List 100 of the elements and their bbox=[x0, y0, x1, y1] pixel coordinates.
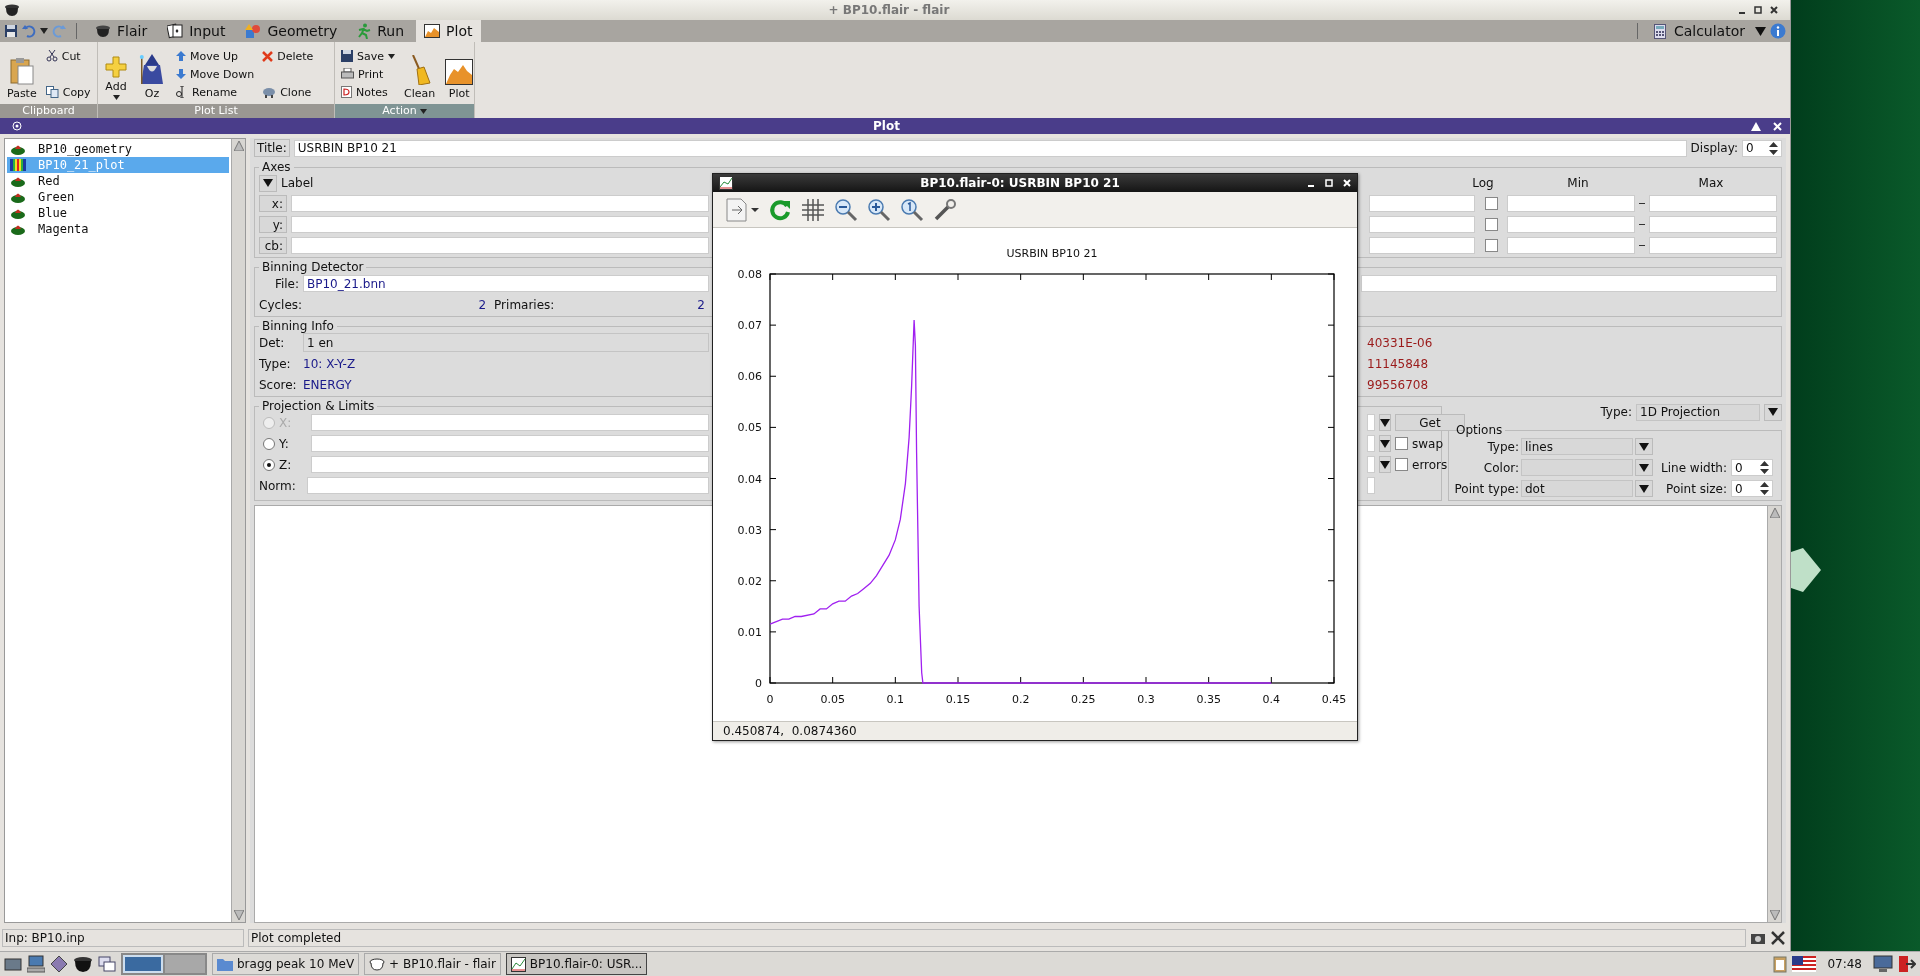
group-label: Clipboard bbox=[0, 104, 97, 118]
checkbox-label: errors bbox=[1412, 457, 1448, 472]
tick-label: 0.3 bbox=[1137, 693, 1155, 707]
field-label: Norm: bbox=[259, 478, 297, 493]
tick-label: 0.05 bbox=[737, 421, 762, 435]
tab[interactable]: Input bbox=[159, 20, 234, 42]
save-button[interactable]: Save bbox=[339, 47, 397, 65]
axis-button[interactable]: x: bbox=[259, 195, 287, 212]
type-dropdown[interactable]: 1D Projection bbox=[1636, 403, 1760, 421]
field-label: Title: bbox=[254, 139, 290, 157]
column-header: Max bbox=[1697, 176, 1725, 190]
move-down-button[interactable]: Move Down bbox=[174, 65, 257, 83]
list-item[interactable]: BP10_geometry bbox=[7, 141, 229, 157]
taskbar-button[interactable]: + BP10.flair - flair bbox=[364, 953, 501, 975]
clone-button[interactable]: Clone bbox=[260, 83, 316, 101]
delete-button[interactable]: Delete bbox=[260, 47, 316, 65]
cut-button[interactable]: Cut bbox=[43, 47, 93, 65]
field-label: Type: bbox=[1600, 405, 1632, 419]
tick-label: 0.06 bbox=[737, 370, 762, 384]
radio-label: Z: bbox=[279, 457, 293, 472]
section-title: Axes bbox=[261, 160, 292, 174]
field-label: Color: bbox=[1482, 460, 1519, 475]
calculator-button[interactable]: Calculator bbox=[1647, 23, 1751, 39]
tick-label: 0.2 bbox=[1011, 693, 1030, 707]
tab[interactable]: Geometry bbox=[237, 20, 346, 42]
info-value: 40331E-06 bbox=[1366, 335, 1433, 350]
list-item[interactable]: Red bbox=[7, 173, 229, 189]
window-title: + BP10.flair - flair bbox=[827, 3, 951, 17]
primaries-value: 2 bbox=[697, 297, 706, 312]
print-button[interactable]: Print bbox=[339, 65, 397, 83]
section-title: Binning Info bbox=[261, 319, 335, 333]
column-header: Min bbox=[1566, 176, 1590, 190]
field-label: Primaries: bbox=[493, 297, 556, 312]
point-type-dropdown[interactable]: dot bbox=[1521, 480, 1633, 497]
tick-label: 0.05 bbox=[820, 693, 845, 707]
rename-button[interactable]: Rename bbox=[174, 83, 257, 101]
plot-button[interactable]: Plot bbox=[442, 45, 477, 104]
point-size-field[interactable]: 0 bbox=[1731, 480, 1773, 497]
field-label: Det: bbox=[259, 335, 286, 350]
field-label: Point size: bbox=[1665, 481, 1727, 496]
axis-button[interactable]: y: bbox=[259, 216, 287, 233]
field-label: Display: bbox=[1690, 141, 1738, 155]
field-label: Line width: bbox=[1660, 460, 1727, 475]
chart-title: USRBIN BP10 21 bbox=[1006, 247, 1098, 261]
tick-label: 0 bbox=[766, 693, 774, 707]
taskbar-button[interactable]: bragg peak 10 MeV bbox=[212, 953, 360, 975]
move-up-button[interactable]: Move Up bbox=[174, 47, 257, 65]
tick-label: 0.4 bbox=[1262, 693, 1281, 707]
clean-button[interactable]: Clean bbox=[401, 45, 439, 104]
info-value: ENERGY bbox=[303, 377, 353, 392]
tick-label: 0.03 bbox=[737, 524, 762, 538]
line-type-dropdown[interactable]: lines bbox=[1521, 438, 1633, 455]
field-label: Score: bbox=[259, 377, 298, 392]
tick-label: 0.15 bbox=[945, 693, 971, 707]
field-label: File: bbox=[273, 276, 299, 291]
list-item[interactable]: Magenta bbox=[7, 221, 229, 237]
section-title: Binning Detector bbox=[261, 260, 365, 274]
status-text: Inp: BP10.inp bbox=[2, 929, 244, 947]
field-label: Point type: bbox=[1453, 481, 1519, 496]
file-field[interactable]: BP10_21.bnn bbox=[303, 275, 709, 292]
clock: 07:48 bbox=[1826, 957, 1863, 971]
tick-label: 0 bbox=[755, 677, 762, 691]
line-width-field[interactable]: 0 bbox=[1731, 459, 1773, 476]
tab[interactable]: Flair bbox=[87, 20, 156, 42]
copy-button[interactable]: Copy bbox=[43, 83, 93, 101]
taskbar-button[interactable]: BP10.flair-0: USR... bbox=[505, 953, 648, 975]
value-field: 1 en bbox=[303, 333, 709, 352]
field-label: Type: bbox=[259, 356, 292, 371]
checkbox-label: swap bbox=[1412, 436, 1444, 451]
cycles-value: 2 bbox=[477, 297, 487, 312]
section-title: Projection & Limits bbox=[261, 399, 376, 413]
list-item[interactable]: Blue bbox=[7, 205, 229, 221]
tick-label: 0.01 bbox=[737, 626, 762, 640]
axis-button[interactable]: cb: bbox=[259, 237, 287, 254]
title-field[interactable]: USRBIN BP10 21 bbox=[293, 139, 1687, 157]
tick-label: 0.1 bbox=[886, 693, 905, 707]
display-field[interactable]: 0 bbox=[1742, 139, 1782, 157]
info-value: 99556708 bbox=[1366, 377, 1429, 392]
column-header: Log bbox=[1471, 176, 1495, 190]
field-label: Type: bbox=[1486, 439, 1519, 454]
add-button[interactable]: Add bbox=[102, 45, 130, 104]
tab[interactable]: Run bbox=[349, 20, 413, 42]
tab[interactable]: Plot bbox=[416, 20, 481, 42]
oz-button[interactable]: Oz bbox=[134, 45, 170, 104]
radio-label: Y: bbox=[279, 436, 290, 451]
list-item[interactable]: Green bbox=[7, 189, 229, 205]
tick-label: 0.04 bbox=[737, 472, 762, 486]
status-text: Plot completed bbox=[248, 929, 1746, 947]
panel-title: Plot bbox=[872, 119, 901, 133]
notes-button[interactable]: Notes bbox=[339, 83, 397, 101]
tick-label: 0.08 bbox=[737, 268, 762, 282]
tick-label: 0.45 bbox=[1321, 693, 1347, 707]
group-label: Plot List bbox=[98, 104, 334, 118]
field-label: Cycles: bbox=[259, 297, 303, 312]
column-header: Label bbox=[281, 176, 314, 190]
tick-label: 0.25 bbox=[1071, 693, 1096, 707]
window-title: BP10.flair-0: USRBIN BP10 21 bbox=[919, 176, 1121, 191]
cursor-coordinates: 0.450874, 0.0874360 bbox=[723, 724, 857, 739]
paste-button[interactable]: Paste bbox=[4, 45, 40, 104]
info-value: 10: X-Y-Z bbox=[303, 356, 357, 371]
